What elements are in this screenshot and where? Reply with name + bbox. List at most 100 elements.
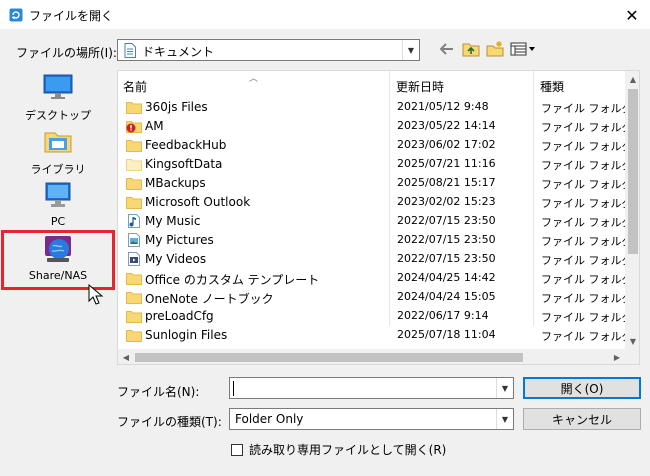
file-type: ファイル フォルダー bbox=[541, 311, 631, 324]
file-date: 2024/04/25 14:42 bbox=[397, 271, 496, 284]
chevron-down-icon: ▼ bbox=[501, 383, 509, 393]
lookin-dropdown[interactable]: ドキュメント ▼ bbox=[117, 39, 420, 61]
file-type: ファイル フォルダー bbox=[541, 102, 631, 115]
readonly-checkbox[interactable] bbox=[231, 443, 243, 456]
file-type: ファイル フォルダー bbox=[541, 121, 631, 134]
file-row[interactable]: OneNote ノートブック 2024/04/24 15:05 ファイル フォルダー bbox=[118, 288, 631, 307]
file-name: OneNote ノートブック bbox=[145, 292, 274, 306]
folder-icon bbox=[126, 309, 142, 323]
file-date: 2021/05/12 9:48 bbox=[397, 100, 489, 113]
pictures-folder-icon bbox=[126, 233, 142, 247]
column-header-name[interactable]: 名前 bbox=[123, 71, 147, 97]
file-name: AM bbox=[145, 119, 164, 133]
file-row[interactable]: FeedbackHub 2023/06/02 17:02 ファイル フォルダー bbox=[118, 136, 631, 155]
folder-icon bbox=[126, 195, 142, 209]
column-header-type[interactable]: 種類 bbox=[540, 71, 564, 97]
file-date: 2022/06/17 9:14 bbox=[397, 309, 489, 322]
folder-icon bbox=[126, 290, 142, 304]
place-share-nas[interactable]: Share/NAS bbox=[1, 230, 115, 290]
scroll-down-icon[interactable]: ▼ bbox=[625, 333, 639, 349]
sort-ascending-icon: ︿ bbox=[249, 74, 259, 84]
documents-icon bbox=[124, 43, 136, 58]
file-date: 2024/04/24 15:05 bbox=[397, 290, 496, 303]
file-row[interactable]: Office のカスタム テンプレート 2024/04/25 14:42 ファイル … bbox=[118, 269, 631, 288]
file-row[interactable]: KingsoftData 2025/07/21 11:16 ファイル フォルダー bbox=[118, 155, 631, 174]
app-icon bbox=[9, 8, 23, 22]
warning-folder-icon bbox=[126, 119, 142, 133]
close-button[interactable]: ✕ bbox=[614, 0, 650, 30]
mouse-cursor-icon bbox=[88, 284, 104, 305]
view-menu-icon bbox=[510, 42, 535, 56]
vertical-scroll-thumb[interactable] bbox=[628, 89, 638, 254]
horizontal-scroll-thumb[interactable] bbox=[135, 353, 523, 362]
file-type: ファイル フォルダー bbox=[541, 273, 631, 286]
file-name: My Music bbox=[145, 214, 201, 228]
file-row[interactable]: Sunlogin Files 2025/07/18 11:04 ファイル フォルダー bbox=[118, 326, 631, 345]
file-name: Microsoft Outlook bbox=[145, 195, 251, 209]
readonly-label[interactable]: 読み取り専用ファイルとして開く(R) bbox=[249, 441, 446, 458]
new-folder-icon bbox=[486, 41, 504, 57]
file-name: MBackups bbox=[145, 176, 206, 190]
view-menu-button[interactable] bbox=[510, 40, 536, 58]
place-label: PC bbox=[50, 215, 66, 228]
file-row[interactable]: My Videos 2022/07/15 23:50 ファイル フォルダー bbox=[118, 250, 631, 269]
place-pc[interactable]: PC bbox=[3, 178, 113, 232]
column-header-date[interactable]: 更新日時 bbox=[396, 71, 444, 97]
file-date: 2022/07/15 23:50 bbox=[397, 233, 496, 246]
filetype-value: Folder Only bbox=[235, 412, 304, 426]
open-button[interactable]: 開く(O) bbox=[523, 377, 641, 399]
close-icon: ✕ bbox=[625, 5, 639, 25]
file-row[interactable]: AM 2023/05/22 14:14 ファイル フォルダー bbox=[118, 117, 631, 136]
file-date: 2023/06/02 17:02 bbox=[397, 138, 496, 151]
file-list[interactable]: ︿ 名前 更新日時 種類 360js Files 2021/05/12 9:48 フ… bbox=[117, 70, 640, 365]
filename-label: ファイル名(N): bbox=[117, 385, 200, 399]
place-label: ライブラリ bbox=[30, 163, 86, 176]
file-name: preLoadCfg bbox=[145, 309, 214, 323]
places-bar: デスクトップ ライブラリ PC Share/NAS bbox=[1, 70, 115, 370]
file-type: ファイル フォルダー bbox=[541, 292, 631, 305]
file-row[interactable]: preLoadCfg 2022/06/17 9:14 ファイル フォルダー bbox=[118, 307, 631, 326]
videos-folder-icon bbox=[126, 252, 142, 266]
file-row[interactable]: Microsoft Outlook 2023/02/02 15:23 ファイル フォ… bbox=[118, 193, 631, 212]
filename-input[interactable]: ▼ bbox=[229, 377, 514, 399]
up-folder-button[interactable] bbox=[462, 40, 480, 58]
cancel-button[interactable]: キャンセル bbox=[523, 408, 641, 430]
lookin-dropdown-button[interactable]: ▼ bbox=[402, 40, 419, 60]
text-caret bbox=[233, 381, 234, 396]
folder-icon bbox=[126, 271, 142, 285]
folder-icon bbox=[126, 176, 142, 190]
place-desktop[interactable]: デスクトップ bbox=[3, 70, 113, 124]
readonly-checkbox-row[interactable]: 読み取り専用ファイルとして開く(R) bbox=[231, 441, 446, 458]
filename-dropdown-button[interactable]: ▼ bbox=[496, 378, 513, 398]
file-row[interactable]: My Pictures 2022/07/15 23:50 ファイル フォルダー bbox=[118, 231, 631, 250]
scroll-left-icon[interactable]: ◀ bbox=[118, 349, 134, 364]
file-row[interactable]: My Music 2022/07/15 23:50 ファイル フォルダー bbox=[118, 212, 631, 231]
file-date: 2022/07/15 23:50 bbox=[397, 214, 496, 227]
folder-icon bbox=[126, 100, 142, 114]
horizontal-scrollbar[interactable]: ◀ ▶ bbox=[118, 349, 625, 364]
file-row[interactable]: MBackups 2025/08/21 15:17 ファイル フォルダー bbox=[118, 174, 631, 193]
pc-icon bbox=[45, 182, 71, 207]
back-arrow-icon bbox=[440, 43, 453, 55]
file-row[interactable]: 360js Files 2021/05/12 9:48 ファイル フォルダー bbox=[118, 98, 631, 117]
file-name: Sunlogin Files bbox=[145, 328, 228, 342]
new-folder-button[interactable] bbox=[486, 40, 504, 58]
scroll-up-icon[interactable]: ▲ bbox=[625, 71, 639, 87]
file-name: Office のカスタム テンプレート bbox=[145, 273, 320, 287]
file-date: 2025/08/21 15:17 bbox=[397, 176, 496, 189]
dialog-body: ファイルの場所(I): ドキュメント ▼ デスクトップ ライブラリ PC Sha… bbox=[0, 30, 650, 476]
file-name: My Videos bbox=[145, 252, 207, 266]
chevron-down-icon: ▼ bbox=[501, 414, 509, 424]
music-folder-icon bbox=[126, 214, 142, 228]
place-library[interactable]: ライブラリ bbox=[3, 124, 113, 178]
back-button[interactable] bbox=[438, 40, 456, 58]
library-icon bbox=[44, 132, 72, 153]
chevron-down-icon: ▼ bbox=[407, 45, 415, 55]
scroll-right-icon[interactable]: ▶ bbox=[609, 349, 625, 364]
file-date: 2025/07/21 11:16 bbox=[397, 157, 496, 170]
lookin-value: ドキュメント bbox=[142, 45, 215, 59]
filetype-dropdown[interactable]: Folder Only ▼ bbox=[229, 408, 514, 430]
vertical-scrollbar[interactable]: ▲ ▼ bbox=[625, 71, 639, 349]
file-name: My Pictures bbox=[145, 233, 214, 247]
filetype-dropdown-button[interactable]: ▼ bbox=[496, 409, 513, 429]
